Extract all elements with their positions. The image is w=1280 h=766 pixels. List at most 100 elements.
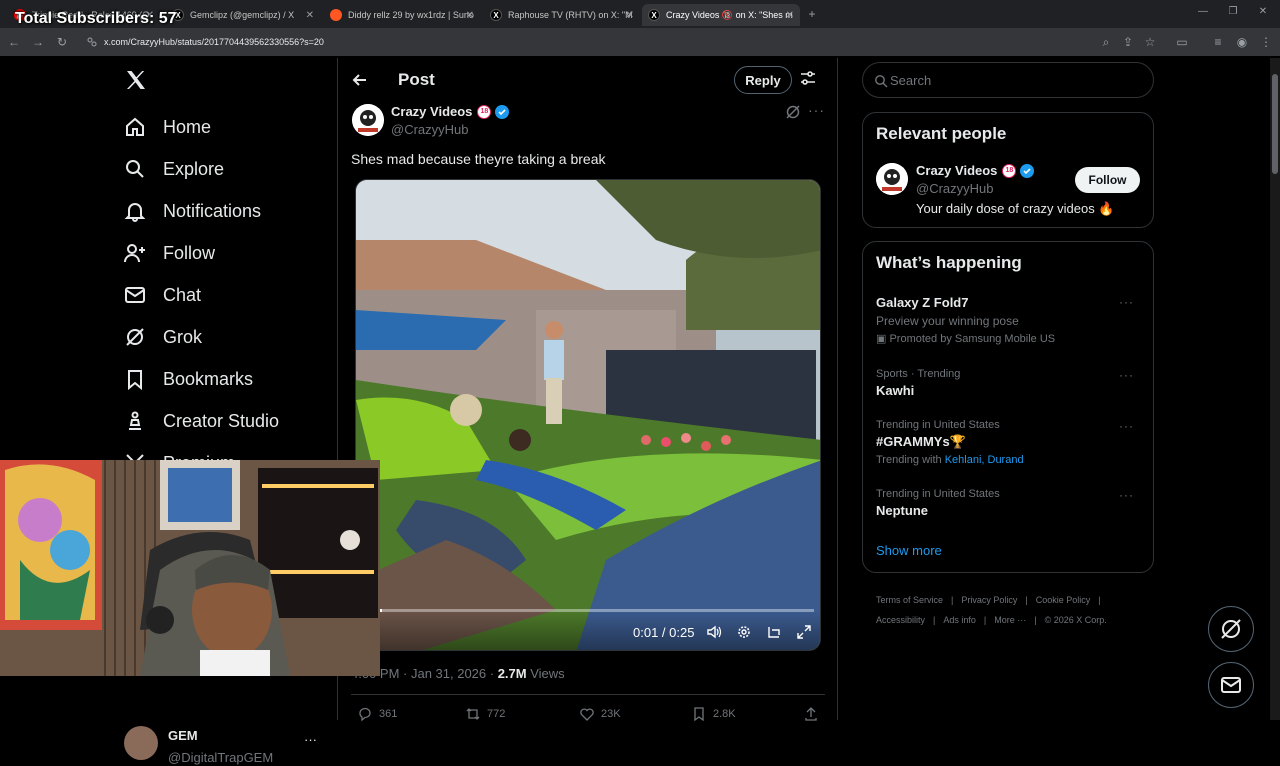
avatar[interactable] xyxy=(876,163,908,195)
scrollbar-thumb[interactable] xyxy=(1272,74,1278,174)
more-icon[interactable]: ··· xyxy=(304,732,317,747)
repost-count: 772 xyxy=(487,708,506,720)
nav-chat[interactable]: Chat xyxy=(124,275,201,315)
footer-link[interactable]: Accessibility xyxy=(876,615,925,625)
nav-label: Creator Studio xyxy=(163,410,280,431)
x-logo-icon[interactable] xyxy=(124,68,150,94)
relevant-person-name[interactable]: Crazy Videos 18 xyxy=(916,163,1035,178)
video-controls: 0:01 / 0:25 xyxy=(356,610,820,650)
pip-icon[interactable] xyxy=(766,624,782,640)
home-icon xyxy=(124,116,146,138)
video-player[interactable]: 0:01 / 0:25 xyxy=(355,179,821,651)
settings-gear-icon[interactable] xyxy=(736,624,752,640)
new-tab-button[interactable]: + xyxy=(804,6,820,22)
profile-icon[interactable]: ◉ xyxy=(1234,34,1250,50)
close-icon[interactable]: ✕ xyxy=(786,10,794,21)
nav-grok[interactable]: Grok xyxy=(124,317,202,357)
messages-floating-button[interactable] xyxy=(1208,662,1254,708)
relevant-person-bio: Your daily dose of crazy videos 🔥 xyxy=(916,201,1115,216)
browser-tab-active[interactable]: X Crazy Videos 🔞 on X: "Shes m ✕ xyxy=(642,4,800,26)
more-options-icon[interactable]: ··· xyxy=(1119,488,1134,502)
minimize-icon[interactable]: — xyxy=(1196,6,1210,20)
trend-item[interactable]: Trending in United States #GRAMMYs🏆 Tren… xyxy=(876,419,1142,466)
close-window-icon[interactable]: ✕ xyxy=(1256,6,1270,20)
trend-item[interactable]: Galaxy Z Fold7 Preview your winning pose… xyxy=(876,295,1142,345)
media-icon[interactable]: ≡ xyxy=(1210,34,1226,50)
grok-icon[interactable] xyxy=(785,104,801,120)
video-timecode: 0:01 / 0:25 xyxy=(633,625,695,640)
promoted-by: Promoted by Samsung Mobile US xyxy=(889,333,1056,345)
url-field[interactable]: x.com/CrazyyHub/status/20177044395623305… xyxy=(80,31,1090,53)
reply-count: 361 xyxy=(379,708,398,720)
more-options-icon[interactable]: ··· xyxy=(1119,295,1134,309)
show-more-link[interactable]: Show more xyxy=(876,543,942,558)
star-icon[interactable]: ☆ xyxy=(1142,34,1158,50)
envelope-icon xyxy=(1221,677,1241,693)
trend-item[interactable]: Sports · Trending Kawhi ··· xyxy=(876,368,1142,398)
follow-button[interactable]: Follow xyxy=(1075,167,1140,193)
creator-icon xyxy=(124,410,146,432)
trend-item[interactable]: Trending in United States Neptune ··· xyxy=(876,488,1142,518)
avatar xyxy=(124,726,158,760)
nav-home[interactable]: Home xyxy=(124,107,211,147)
nav-notifications[interactable]: Notifications xyxy=(124,191,261,231)
reload-icon[interactable]: ↻ xyxy=(54,34,70,50)
close-icon[interactable]: ✕ xyxy=(306,10,314,21)
relevant-person-handle[interactable]: @CrazyyHub xyxy=(916,181,994,196)
webcam-frame xyxy=(0,460,380,676)
footer-link[interactable]: Cookie Policy xyxy=(1036,595,1091,605)
author-name[interactable]: Crazy Videos 18 xyxy=(391,104,510,119)
reply-button[interactable]: Reply xyxy=(734,66,792,94)
close-icon[interactable]: ✕ xyxy=(466,10,474,21)
more-options-icon[interactable]: ··· xyxy=(1119,419,1134,433)
sliders-icon[interactable] xyxy=(800,70,816,86)
fullscreen-icon[interactable] xyxy=(796,624,812,640)
footer-link[interactable]: Ads info xyxy=(943,615,976,625)
forward-nav-icon[interactable]: → xyxy=(30,34,46,50)
page-title: Post xyxy=(398,70,435,89)
browser-tab-bar: ▶ Trippie Redd - Rolex 1469 (O ✕ X Gemcl… xyxy=(0,0,1280,28)
sidepanel-icon[interactable]: ▭ xyxy=(1174,34,1190,50)
trend-name: Neptune xyxy=(876,503,928,518)
footer-link[interactable]: More ··· xyxy=(994,615,1026,625)
footer-link[interactable]: Privacy Policy xyxy=(961,595,1017,605)
webcam-overlay xyxy=(0,460,380,676)
suno-icon xyxy=(330,9,342,21)
nav-follow[interactable]: Follow xyxy=(124,233,215,273)
account-switcher[interactable]: GEM @DigitalTrapGEM ··· xyxy=(124,726,324,766)
footer-link[interactable]: Terms of Service xyxy=(876,595,943,605)
close-icon[interactable]: ✕ xyxy=(626,10,634,21)
site-info-icon[interactable] xyxy=(86,36,98,48)
subscriber-count-overlay: Total Subscribers: 57 xyxy=(15,10,177,27)
more-options-icon[interactable]: ··· xyxy=(808,102,825,118)
browser-tab[interactable]: X Gemclipz (@gemclipz) / X ✕ xyxy=(166,4,320,26)
nav-explore[interactable]: Explore xyxy=(124,149,224,189)
page-scrollbar[interactable] xyxy=(1270,58,1280,720)
author-avatar[interactable] xyxy=(352,104,384,136)
tab-title: Gemclipz (@gemclipz) / X xyxy=(190,10,295,20)
maximize-icon[interactable]: ❐ xyxy=(1226,6,1240,20)
footer-separator: | xyxy=(1034,615,1037,625)
promoted-line: ▣ Promoted by Samsung Mobile US xyxy=(876,333,1056,345)
install-icon[interactable]: ⇪ xyxy=(1120,34,1136,50)
grok-floating-button[interactable] xyxy=(1208,606,1254,652)
volume-icon[interactable] xyxy=(706,624,722,640)
nav-bookmarks[interactable]: Bookmarks xyxy=(124,359,253,399)
trending-with-links[interactable]: Kehlani, Durand xyxy=(945,454,1024,466)
browser-tab[interactable]: Diddy rellz 29 by wx1rdz | Suno ✕ xyxy=(324,4,480,26)
menu-icon[interactable]: ⋮ xyxy=(1258,34,1274,50)
author-handle[interactable]: @CrazyyHub xyxy=(391,122,469,137)
more-options-icon[interactable]: ··· xyxy=(1119,368,1134,382)
zoom-icon[interactable]: ⌕ xyxy=(1098,34,1114,50)
x-icon: X xyxy=(490,9,502,21)
post-header: Post Reply xyxy=(338,58,838,102)
nav-creator-studio[interactable]: Creator Studio xyxy=(124,401,279,441)
trending-with-label: Trending with xyxy=(876,454,945,466)
back-nav-icon[interactable]: ← xyxy=(6,34,22,50)
browser-tab[interactable]: X Raphouse TV (RHTV) on X: "M ✕ xyxy=(484,4,640,26)
nav-label: Bookmarks xyxy=(163,368,254,389)
search-icon xyxy=(874,74,888,88)
search-input[interactable]: Search xyxy=(862,62,1154,98)
url-text: x.com/CrazyyHub/status/20177044395623305… xyxy=(104,37,324,47)
back-arrow-icon[interactable] xyxy=(350,70,370,90)
